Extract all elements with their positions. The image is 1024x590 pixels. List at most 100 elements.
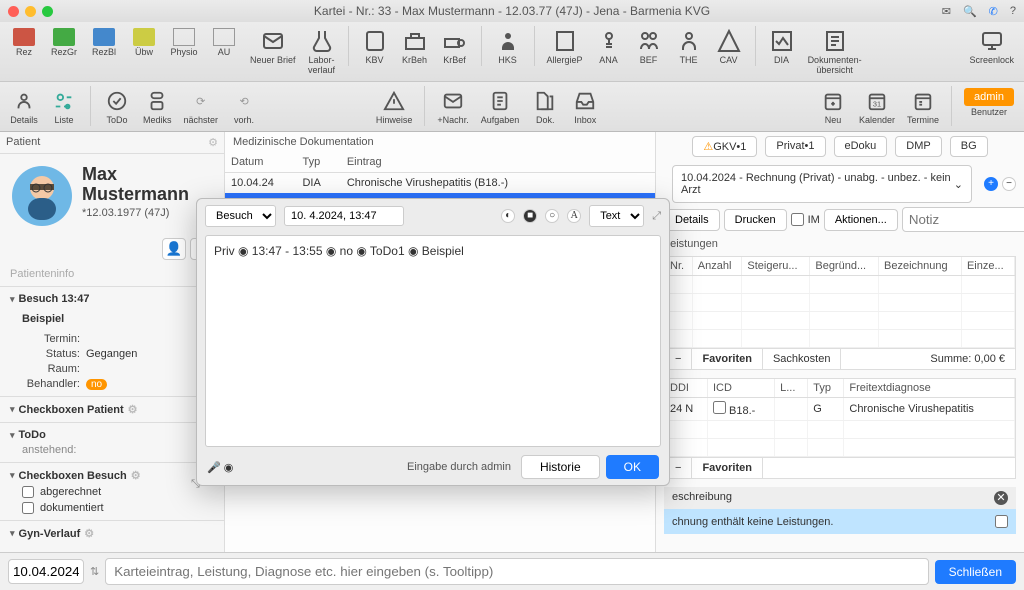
tb-ana[interactable]: ANA — [591, 26, 627, 67]
patient-dob: *12.03.1977 (47J) — [82, 207, 189, 219]
tb-uebw[interactable]: Übw — [126, 26, 162, 59]
section-cb-patient[interactable]: Checkboxen Patient⚙ — [10, 403, 214, 416]
gear-icon[interactable]: ⚙ — [84, 527, 94, 540]
tb-allergiep[interactable]: AllergieP — [543, 26, 587, 67]
tab-dmp[interactable]: DMP — [895, 136, 941, 157]
section-todo[interactable]: ToDo — [10, 429, 214, 441]
tb-bef[interactable]: BEF — [631, 26, 667, 67]
tb-doku[interactable]: Dokumenten- übersicht — [804, 26, 866, 77]
section-cb-besuch[interactable]: Checkboxen Besuch⚙ — [10, 469, 214, 482]
remove-invoice-button[interactable]: − — [1002, 177, 1016, 191]
tb2-kalender[interactable]: 31Kalender — [855, 86, 899, 127]
tb-krbeh[interactable]: KrBeh — [397, 26, 433, 67]
tab-sachkosten[interactable]: Sachkosten — [763, 349, 841, 369]
person-button[interactable]: 👤 — [162, 238, 186, 260]
tb-hks[interactable]: HKS — [490, 26, 526, 67]
tb2-termine[interactable]: Termine — [903, 86, 943, 127]
tb2-details[interactable]: Details — [6, 86, 42, 127]
phone-icon[interactable]: ✆ — [989, 5, 998, 18]
entry-date-input[interactable] — [284, 206, 404, 226]
tb2-nachr[interactable]: +Nachr. — [433, 86, 472, 127]
tab-edoku[interactable]: eDoku — [834, 136, 888, 157]
details-button[interactable]: Details — [664, 209, 720, 231]
md-title: Medizinische Dokumentation — [225, 132, 655, 152]
tb2-inbox[interactable]: Inbox — [567, 86, 603, 127]
tb-physio[interactable]: Physio — [166, 26, 202, 59]
siri-icon[interactable]: ◉ — [224, 462, 234, 474]
gear-icon[interactable]: ⚙ — [128, 403, 138, 416]
main-entry-input[interactable] — [105, 558, 928, 585]
section-gyn[interactable]: Gyn-Verlauf⚙ — [10, 527, 214, 540]
close-window-icon[interactable] — [8, 6, 19, 17]
expand-icon[interactable]: ⤢ — [652, 210, 661, 223]
patient-label: Patient — [6, 136, 40, 149]
entry-type-select[interactable]: Besuch — [205, 205, 276, 227]
tb2-liste[interactable]: Liste — [46, 86, 82, 127]
ov-icon3[interactable]: ○ — [545, 209, 559, 223]
minimize-window-icon[interactable] — [25, 6, 36, 17]
tb-neuerbrief[interactable]: Neuer Brief — [246, 26, 300, 67]
add-invoice-button[interactable]: + — [984, 177, 998, 191]
tb2-aufgaben[interactable]: Aufgaben — [477, 86, 524, 127]
patient-sidebar: Patient⚙ Max Mustermann *12.03.1977 (47J… — [0, 132, 224, 558]
tb-au[interactable]: AU — [206, 26, 242, 59]
tb-kbv[interactable]: KBV — [357, 26, 393, 67]
tb2-hinweise[interactable]: Hinweise — [372, 86, 417, 127]
search-icon[interactable]: 🔍 — [963, 5, 977, 18]
im-checkbox[interactable] — [791, 213, 804, 226]
tb-laborverlauf[interactable]: Labor- verlauf — [304, 26, 340, 77]
font-icon[interactable]: A — [567, 209, 581, 223]
maximize-window-icon[interactable] — [42, 6, 53, 17]
tb2-vorh[interactable]: ⟲vorh. — [226, 86, 262, 127]
mic-icon[interactable]: 🎤 — [207, 462, 221, 474]
icd-checkbox[interactable] — [713, 401, 726, 414]
desc-checkbox[interactable] — [995, 515, 1008, 528]
tb-rezbl[interactable]: RezBl — [86, 26, 122, 59]
tb-dia[interactable]: DIA — [764, 26, 800, 67]
svg-text:31: 31 — [873, 100, 881, 109]
aktionen-button[interactable]: Aktionen... — [824, 209, 898, 231]
ov-icon2[interactable]: ■ — [523, 209, 537, 223]
close-icon[interactable]: ✕ — [994, 491, 1008, 505]
gear-icon[interactable]: ⚙ — [131, 469, 141, 482]
tb2-dok[interactable]: Dok. — [527, 86, 563, 127]
cb-abgerechnet[interactable] — [22, 486, 34, 498]
text-mode-select[interactable]: Text — [589, 205, 644, 227]
tb-the[interactable]: THE — [671, 26, 707, 67]
entry-date-field[interactable] — [8, 559, 84, 584]
tab-favoriten2[interactable]: Favoriten — [692, 458, 763, 478]
tab-favoriten[interactable]: Favoriten — [692, 349, 763, 369]
notiz-input[interactable] — [902, 207, 1024, 232]
tb2-neu[interactable]: Neu — [815, 86, 851, 127]
tb-cav[interactable]: CAV — [711, 26, 747, 67]
behandler-badge: no — [86, 379, 107, 390]
historie-button[interactable]: Historie — [521, 455, 600, 479]
tb2-todo[interactable]: ToDo — [99, 86, 135, 127]
section-besuch[interactable]: Besuch 13:47 — [10, 293, 214, 305]
cb-dokumentiert[interactable] — [22, 502, 34, 514]
help-icon[interactable]: ? — [1010, 5, 1016, 18]
mail-icon[interactable]: ✉︎ — [942, 5, 951, 18]
stepper-icon[interactable]: ⇅ — [90, 565, 99, 578]
tb2-admin[interactable]: adminBenutzer — [960, 86, 1018, 119]
tb-krbef[interactable]: KrBef — [437, 26, 473, 67]
tb-rez[interactable]: Rez — [6, 26, 42, 59]
invoice-header[interactable]: 10.04.2024 - Rechnung (Privat) - unabg. … — [672, 165, 972, 203]
entry-textarea[interactable]: Priv ◉ 13:47 - 13:55 ◉ no ◉ ToDo1 ◉ Beis… — [205, 235, 661, 447]
table-row[interactable]: 10.04.24DIAChronische Virushepatitis (B1… — [225, 173, 655, 194]
leistungen-grid[interactable]: Nr.AnzahlSteigeru...Begründ...Bezeichnun… — [664, 256, 1016, 370]
ok-button[interactable]: OK — [606, 455, 659, 479]
tab-gkv[interactable]: ⚠GKV•1 — [692, 136, 757, 157]
gear-icon[interactable]: ⚙ — [208, 136, 218, 149]
ov-icon1[interactable]: ◐ — [501, 209, 515, 223]
schliessen-button[interactable]: Schließen — [935, 560, 1016, 584]
diagnose-grid[interactable]: DDIICDL...TypFreitextdiagnose 24 N B18.-… — [664, 378, 1016, 479]
tb-screenlock[interactable]: Screenlock — [965, 26, 1018, 67]
drucken-button[interactable]: Drucken — [724, 209, 787, 231]
tab-bg[interactable]: BG — [950, 136, 988, 157]
tb2-naechster[interactable]: ⟳nächster — [180, 86, 223, 127]
resize-handle-icon[interactable]: ⤡ — [191, 478, 200, 491]
tb-rezgr[interactable]: RezGr — [46, 26, 82, 59]
tab-privat[interactable]: Privat•1 — [765, 136, 825, 157]
tb2-mediks[interactable]: Mediks — [139, 86, 176, 127]
